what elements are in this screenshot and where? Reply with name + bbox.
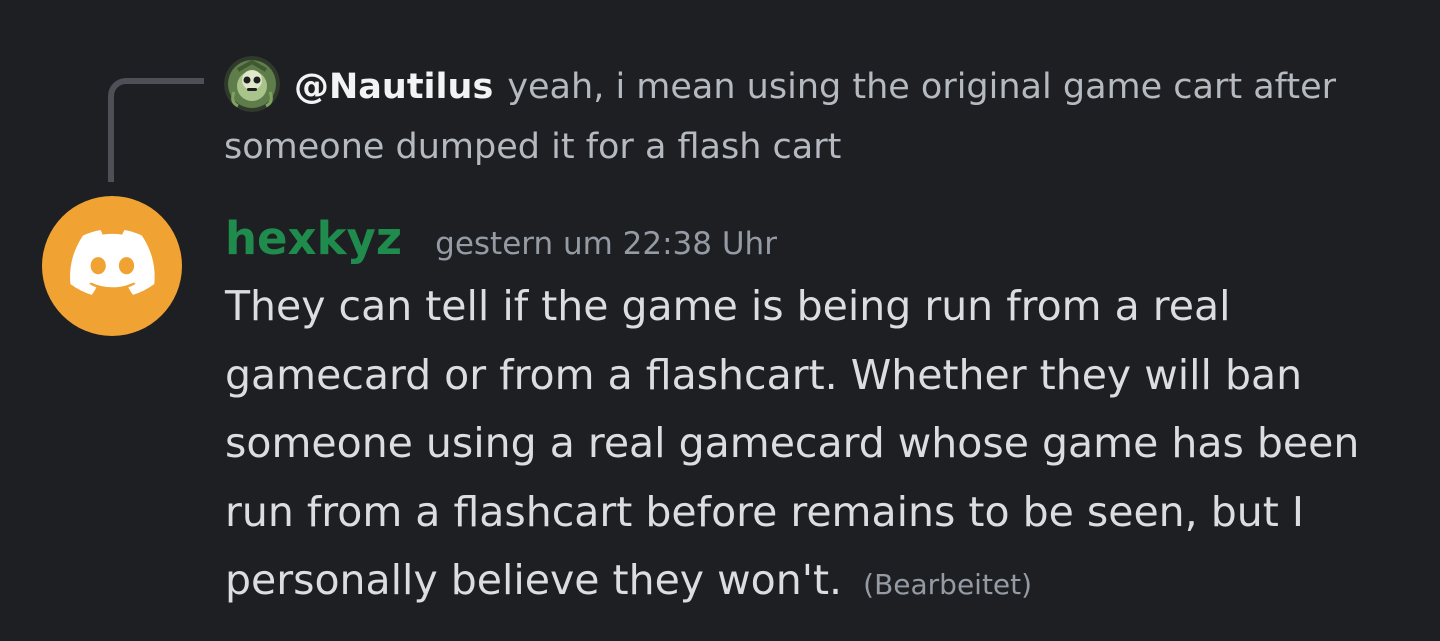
discord-logo-icon <box>70 230 155 295</box>
reply-preview[interactable]: @Nautilus yeah, i mean using the original… <box>224 56 1374 177</box>
reply-connector-line <box>108 78 204 182</box>
message-timestamp[interactable]: gestern um 22:38 Uhr <box>435 226 777 262</box>
edited-label: (Bearbeitet) <box>863 568 1033 601</box>
author-avatar[interactable] <box>42 196 182 336</box>
message-header: hexkyz gestern um 22:38 Uhr <box>225 204 777 274</box>
chat-message: @Nautilus yeah, i mean using the original… <box>0 0 1440 641</box>
reply-author-avatar[interactable] <box>224 56 280 112</box>
author-username[interactable]: hexkyz <box>225 212 402 265</box>
message-text: They can tell if the game is being run f… <box>225 282 1360 604</box>
reply-author-name[interactable]: @Nautilus <box>294 67 493 107</box>
message-content: They can tell if the game is being run f… <box>225 272 1390 620</box>
